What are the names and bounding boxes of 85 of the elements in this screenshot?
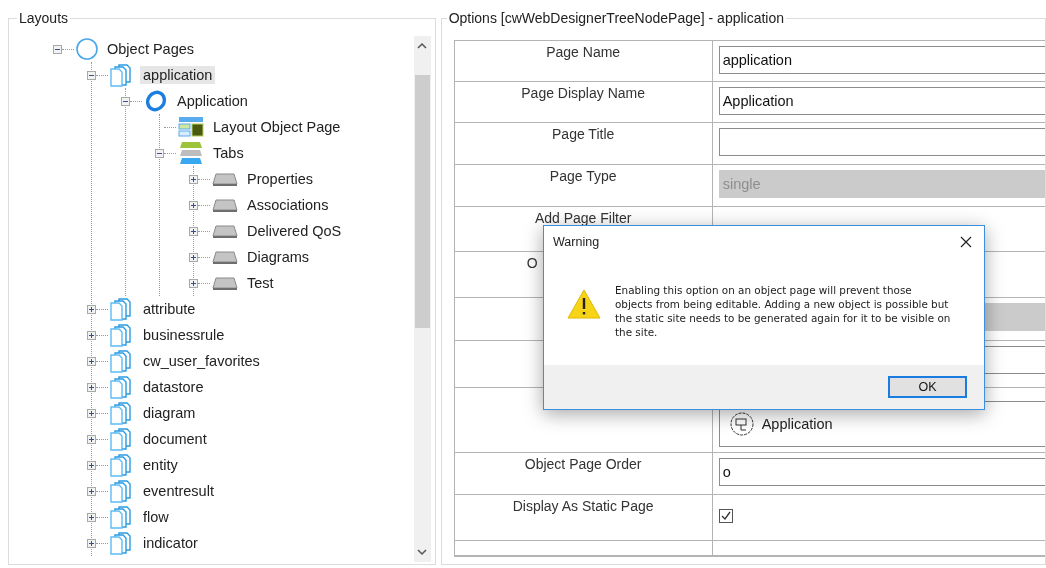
tree-item[interactable]: Tabs <box>210 144 247 162</box>
tab-icon <box>212 249 238 265</box>
pages-icon <box>110 297 134 321</box>
tree-item[interactable]: application <box>140 66 216 84</box>
text-field[interactable] <box>718 128 1045 156</box>
tree-item[interactable]: Diagrams <box>244 248 313 266</box>
expand-toggle[interactable] <box>189 252 198 262</box>
tab-icon <box>212 223 238 239</box>
scrollbar[interactable] <box>413 36 431 562</box>
object-icon <box>729 412 754 436</box>
tree-item[interactable]: Application <box>174 92 251 110</box>
expand-toggle[interactable] <box>87 434 96 444</box>
expand-toggle[interactable] <box>87 330 96 340</box>
row-label: Page Title <box>552 126 615 142</box>
tab-icon <box>212 171 238 187</box>
scroll-up-icon[interactable] <box>417 42 428 50</box>
pages-icon <box>110 531 134 555</box>
warning-message: Enabling this option on an object page will prevent those objects from being editable. Adding a new object is possible but the static site needs to be generated again for it to be visible on the site. <box>615 283 951 339</box>
scrollbar-thumb[interactable] <box>414 75 430 328</box>
pages-icon <box>110 453 134 477</box>
pages-icon <box>110 323 134 347</box>
expand-toggle[interactable] <box>87 408 96 418</box>
pages-icon <box>110 349 134 373</box>
tree-item[interactable]: flow <box>140 508 172 526</box>
row-label: Display As Static Page <box>512 498 654 514</box>
close-button[interactable] <box>958 234 974 250</box>
pages-icon <box>110 505 134 529</box>
expand-toggle[interactable] <box>87 356 96 366</box>
tree-item[interactable]: attribute <box>140 300 199 318</box>
ok-button[interactable]: OK <box>888 376 967 398</box>
expand-toggle[interactable] <box>87 304 96 314</box>
ring-icon <box>144 90 168 112</box>
tree-item[interactable]: Layout Object Page <box>210 118 344 136</box>
tree-item[interactable]: Test <box>244 274 277 292</box>
panel-title: Options [cwWebDesignerTreeNodePage] - application <box>447 10 786 26</box>
pages-icon <box>110 401 134 425</box>
tree-item[interactable]: indicator <box>140 534 201 552</box>
collapse-toggle[interactable] <box>155 148 164 158</box>
collapse-toggle[interactable] <box>53 44 62 54</box>
expand-toggle[interactable] <box>189 174 198 184</box>
expand-toggle[interactable] <box>189 226 198 236</box>
tree-item[interactable]: businessrule <box>140 326 228 344</box>
tree-item[interactable]: document <box>140 430 210 448</box>
checkbox[interactable] <box>718 509 733 523</box>
pages-icon <box>110 63 134 87</box>
expand-toggle[interactable] <box>189 278 198 288</box>
tree-item[interactable]: cw_user_favorites <box>140 352 263 370</box>
dialog-title: Warning <box>553 235 600 249</box>
row-label: Page Type <box>549 168 617 184</box>
text-field[interactable]: o <box>718 458 1045 486</box>
tree-item[interactable]: Properties <box>244 170 317 188</box>
tabs-stack-icon <box>178 141 204 165</box>
row-label: Page Display Name <box>521 85 645 101</box>
collapse-toggle[interactable] <box>87 70 96 80</box>
expand-toggle[interactable] <box>87 512 96 522</box>
circle-icon <box>76 38 98 60</box>
row-label: Page Name <box>546 44 621 60</box>
tree-item[interactable]: entity <box>140 456 181 474</box>
scroll-down-icon[interactable] <box>417 548 428 556</box>
expand-toggle[interactable] <box>87 538 96 548</box>
expand-toggle[interactable] <box>87 486 96 496</box>
expand-toggle[interactable] <box>87 382 96 392</box>
tree-item[interactable]: diagram <box>140 404 199 422</box>
pages-icon <box>110 375 134 399</box>
pages-icon <box>110 427 134 451</box>
expand-toggle[interactable] <box>189 200 198 210</box>
tree-item[interactable]: datastore <box>140 378 207 396</box>
tab-icon <box>212 197 238 213</box>
tab-icon <box>212 275 238 291</box>
row-label: Add Page Filter <box>534 210 632 226</box>
panel-title: Layouts <box>18 10 70 26</box>
text-field[interactable]: Application <box>718 87 1045 115</box>
object-name: Application <box>761 416 833 432</box>
warning-icon <box>567 289 601 319</box>
expand-toggle[interactable] <box>87 460 96 470</box>
tree-item[interactable]: Object Pages <box>104 40 198 58</box>
row-label: O <box>526 255 538 271</box>
tree-item[interactable]: Delivered QoS <box>244 222 345 240</box>
layout-icon <box>178 116 204 138</box>
row-label: Object Page Order <box>524 456 642 472</box>
collapse-toggle[interactable] <box>121 96 130 106</box>
pages-icon <box>110 479 134 503</box>
tree-item[interactable]: eventresult <box>140 482 217 500</box>
tree-item[interactable]: Associations <box>244 196 332 214</box>
text-field[interactable]: application <box>718 46 1045 74</box>
